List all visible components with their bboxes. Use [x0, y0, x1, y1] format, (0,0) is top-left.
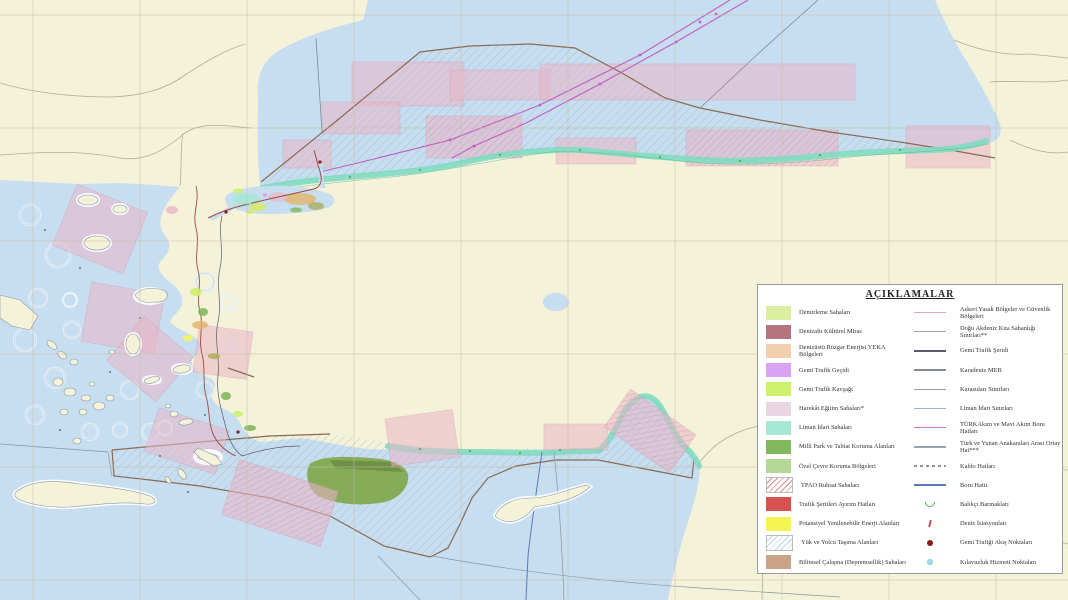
legend-line-sample [914, 349, 946, 352]
legend-label: Bilimsel Çalışma (Depremsellik) Sahaları [799, 558, 907, 566]
legend-line-sample [914, 427, 946, 429]
legend-label: Potansiyel Yenilenebilir Enerji Alanları [799, 520, 900, 528]
legend-label: Yük ve Yolcu Taşıma Alanları [801, 539, 879, 547]
legend-swatch [766, 343, 791, 358]
pilotage-point-icon [927, 559, 933, 566]
legend-item: Demirleme Sahaları [758, 303, 908, 322]
legend-item: Trafik Şeritleri Ayırım Hatları [758, 495, 908, 514]
legend-dashed-line-sample [914, 465, 946, 467]
legend-item: TPAO Ruhsat Sahaları [758, 476, 908, 495]
legend-label: Gemi Trafiği Akış Noktaları [960, 539, 1033, 547]
legend-item: Balıkçı Barınakları [908, 495, 1062, 514]
legend-label: Karadeniz MEB [960, 366, 1002, 374]
legend-item: Karasuları Sınırları [908, 380, 1062, 399]
legend-item: Doğu Akdeniz Kıta Sahanlığı Sınırları** [908, 322, 1062, 341]
legend-swatch [766, 516, 791, 531]
legend-label: Gemi Trafik Kavşağı [799, 385, 853, 393]
legend-item: Liman İdari Sahaları [758, 418, 908, 437]
legend-item: Karadeniz MEB [908, 361, 1062, 380]
legend-label: Balıkçı Barınakları [960, 500, 1009, 508]
legend-label: TPAO Ruhsat Sahaları [801, 481, 859, 489]
legend-item: Kablo Hatları [908, 457, 1062, 476]
legend-line-column: Askeri Yasak Bölgeler ve Güvenlik Bölgel… [908, 303, 1062, 571]
legend-label: Kablo Hatları [960, 462, 995, 470]
legend-label: TÜRKAkım ve Mavi Akım Boru Hatları [960, 420, 1045, 435]
legend-item: Özel Çevre Koruma Bölgeleri [758, 457, 908, 476]
legend-swatch [766, 420, 791, 435]
legend-label: Gemi Trafik Şeridi [960, 347, 1009, 355]
legend-label: Milli Park ve Tabiat Koruma Alanları [799, 443, 895, 451]
legend-label: Gemi Trafik Geçidi [799, 366, 850, 374]
legend-item: Deniz İstasyonları [908, 514, 1062, 533]
legend-item: Milli Park ve Tabiat Koruma Alanları [758, 437, 908, 456]
legend-swatch [766, 382, 791, 397]
station-icon [928, 520, 932, 528]
legend-swatch [766, 497, 791, 512]
legend-line-sample [914, 388, 946, 391]
legend-item: Gemi Trafiği Akış Noktaları [908, 533, 1062, 552]
legend-line-sample [914, 369, 946, 371]
legend-item: Harekât Eğitim Sahaları* [758, 399, 908, 418]
legend-label: Trafik Şeritleri Ayırım Hatları [799, 500, 876, 508]
legend-item: Gemi Trafik Kavşağı [758, 380, 908, 399]
legend-area-column: Demirleme Sahaları Denizaltı Kültürel Mi… [758, 303, 908, 571]
traffic-point-icon [927, 539, 933, 546]
legend-swatch [766, 555, 791, 570]
legend-item: Gemi Trafik Geçidi [758, 361, 908, 380]
legend-label: Deniz İstasyonları [960, 520, 1007, 528]
legend-swatch [766, 477, 793, 494]
legend-item: Liman İdari Sınırları [908, 399, 1062, 418]
legend-label: Askeri Yasak Bölgeler ve Güvenlik Bölgel… [960, 305, 1051, 320]
legend-item: Denizaltı Kültürel Miras [758, 322, 908, 341]
map-viewport: AÇIKLAMALAR Demirleme Sahaları Denizaltı… [0, 0, 1068, 600]
legend-swatch [766, 305, 791, 320]
legend-item: Boru Hattı [908, 476, 1062, 495]
legend-line-sample [914, 446, 946, 448]
legend-item: Potansiyel Yenilenebilir Enerji Alanları [758, 514, 908, 533]
legend-label: Türk ve Yunan Anakaraları Arası Ortay Ha… [960, 439, 1061, 454]
legend-line-sample [914, 311, 946, 314]
legend-line-sample [914, 407, 946, 410]
legend-item: TÜRKAkım ve Mavi Akım Boru Hatları [908, 418, 1062, 437]
legend-item: Türk ve Yunan Anakaraları Arası Ortay Ha… [908, 437, 1062, 456]
legend-swatch [766, 363, 791, 378]
legend-line-sample [914, 331, 946, 333]
legend-item: Gemi Trafik Şeridi [908, 341, 1062, 360]
legend-label: Harekât Eğitim Sahaları* [799, 405, 864, 412]
legend-label: Karasuları Sınırları [960, 385, 1010, 393]
legend-item: Denizüstü Rüzgar Enerjisi YEKA Bölgeleri [758, 341, 908, 360]
legend-swatch [766, 401, 791, 416]
legend-item: Askeri Yasak Bölgeler ve Güvenlik Bölgel… [908, 303, 1062, 322]
legend-label: Kılavuzluk Hizmeti Noktaları [960, 558, 1037, 566]
legend-swatch [766, 459, 791, 474]
legend-label: Demirleme Sahaları [799, 309, 851, 317]
legend-item: Bilimsel Çalışma (Depremsellik) Sahaları [758, 552, 908, 571]
legend-label: Liman İdari Sahaları [799, 424, 852, 432]
legend-panel: AÇIKLAMALAR Demirleme Sahaları Denizaltı… [757, 284, 1063, 574]
legend-label: Denizüstü Rüzgar Enerjisi YEKA Bölgeleri [799, 343, 886, 358]
legend-label: Liman İdari Sınırları [960, 405, 1013, 412]
harbor-icon [925, 501, 935, 507]
legend-label: Özel Çevre Koruma Bölgeleri [799, 462, 876, 470]
legend-label: Doğu Akdeniz Kıta Sahanlığı Sınırları** [960, 324, 1036, 339]
legend-item: Yük ve Yolcu Taşıma Alanları [758, 533, 908, 552]
legend-swatch [766, 439, 791, 454]
legend-label: Denizaltı Kültürel Miras [799, 328, 862, 336]
legend-item: Kılavuzluk Hizmeti Noktaları [908, 552, 1062, 571]
legend-swatch [766, 324, 791, 339]
legend-line-sample [914, 484, 946, 487]
legend-title: AÇIKLAMALAR [865, 289, 955, 300]
legend-swatch [766, 534, 793, 551]
legend-label: Boru Hattı [960, 481, 988, 489]
